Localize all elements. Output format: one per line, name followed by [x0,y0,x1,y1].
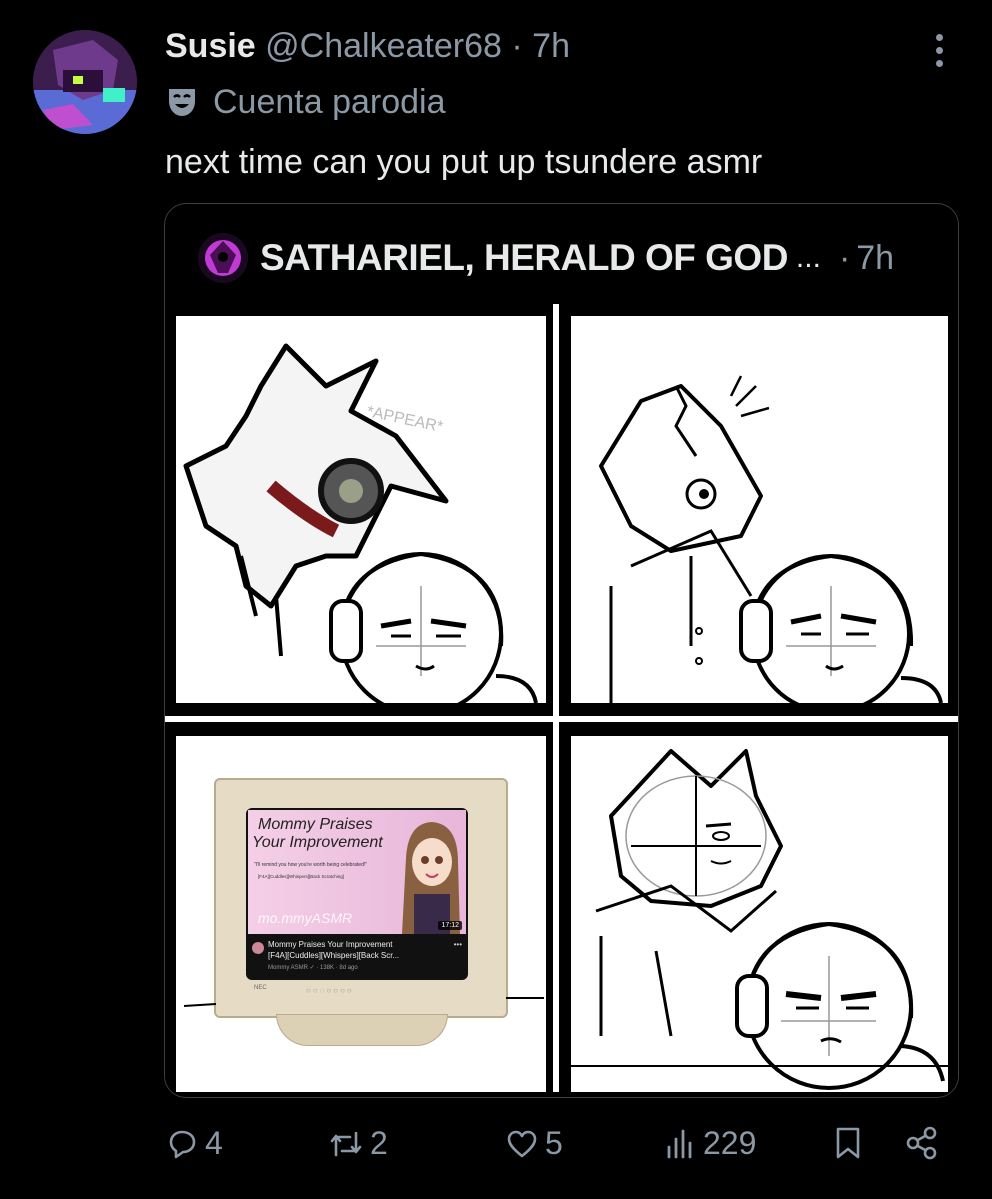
author-handle[interactable]: @Chalkeater68 [265,27,502,65]
thumbnail-quote: "I'll remind you how you're worth being … [254,862,368,868]
reply-icon [165,1127,199,1161]
thumbnail-watermark: mo.mmyASMR [258,910,353,926]
bookmark-icon [832,1125,864,1161]
more-options-icon[interactable] [922,34,956,74]
tweet-header: Susie @Chalkeater68 · 7h [165,26,570,66]
panel-divider-horizontal [165,716,958,722]
video-thumbnail[interactable]: Mommy Praises Your Improvement "I'll rem… [248,810,466,934]
video-more-icon[interactable]: ••• [454,940,462,949]
quoted-tweet-header: SATHARIEL, HERALD OF GOD ... · 7h [198,230,894,286]
timestamp[interactable]: 7h [532,27,570,65]
bookmark-button[interactable] [832,1125,864,1161]
views-icon [663,1127,697,1161]
monitor-brand: NEC [254,985,267,991]
video-duration: 17:12 [438,921,462,930]
author-name[interactable]: Susie [165,27,256,65]
thumbnail-tags: [F4A][Cuddles][Whispers][Back Scratching… [258,874,345,879]
parody-text: Cuenta parodia [213,83,446,121]
comic-image[interactable]: *APPEAR* Mommy Praises Your Improvement … [165,304,958,1092]
like-button[interactable]: 5 [505,1125,563,1162]
channel-avatar[interactable] [252,942,264,954]
video-title-2[interactable]: [F4A][Cuddles][Whispers][Back Scr... [268,951,399,960]
tweet-text: next time can you put up tsundere asmr [165,143,763,181]
comic-panel-4 [571,736,948,1092]
quoted-separator: · [838,238,851,277]
crt-monitor: Mommy Praises Your Improvement "I'll rem… [214,778,508,1018]
repost-button[interactable]: 2 [328,1125,388,1162]
thumbnail-character [398,818,464,934]
like-count: 5 [545,1125,563,1161]
views-count: 229 [703,1125,757,1161]
video-title-1[interactable]: Mommy Praises Your Improvement [268,940,393,949]
monitor-buttons: ○○◌○○○○ [306,986,354,995]
share-button[interactable] [904,1125,940,1161]
comic-panel-2 [571,316,948,703]
avatar[interactable] [33,30,137,134]
repost-count: 2 [370,1125,388,1161]
theater-mask-icon [165,85,199,119]
monitor-screen: Mommy Praises Your Improvement "I'll rem… [246,808,468,980]
share-icon [904,1125,940,1161]
parody-label: Cuenta parodia [165,82,446,122]
thumbnail-title-2: Your Improvement [252,834,383,851]
monitor-stand [276,1014,448,1046]
views-button[interactable]: 229 [663,1125,756,1162]
repost-icon [328,1127,364,1161]
reply-count: 4 [205,1125,223,1161]
heart-icon [505,1127,539,1161]
thumbnail-title-1: Mommy Praises [258,816,373,833]
name-truncation: ... [795,241,821,274]
panel-divider-vertical [553,304,559,1092]
quoted-tweet[interactable]: SATHARIEL, HERALD OF GOD ... · 7h *APPEA… [164,203,959,1098]
tweet-actions: 4 2 5 229 [0,1125,992,1175]
video-meta: Mommy ASMR ✓ · 138K · 8d ago [268,965,358,971]
quoted-author-name[interactable]: SATHARIEL, HERALD OF GOD [260,237,788,279]
quoted-timestamp[interactable]: 7h [856,239,894,278]
separator: · [511,27,523,65]
comic-panel-1: *APPEAR* [176,316,546,703]
comic-panel-3: Mommy Praises Your Improvement "I'll rem… [176,736,546,1092]
reply-button[interactable]: 4 [165,1125,223,1162]
quoted-avatar[interactable] [198,233,248,283]
